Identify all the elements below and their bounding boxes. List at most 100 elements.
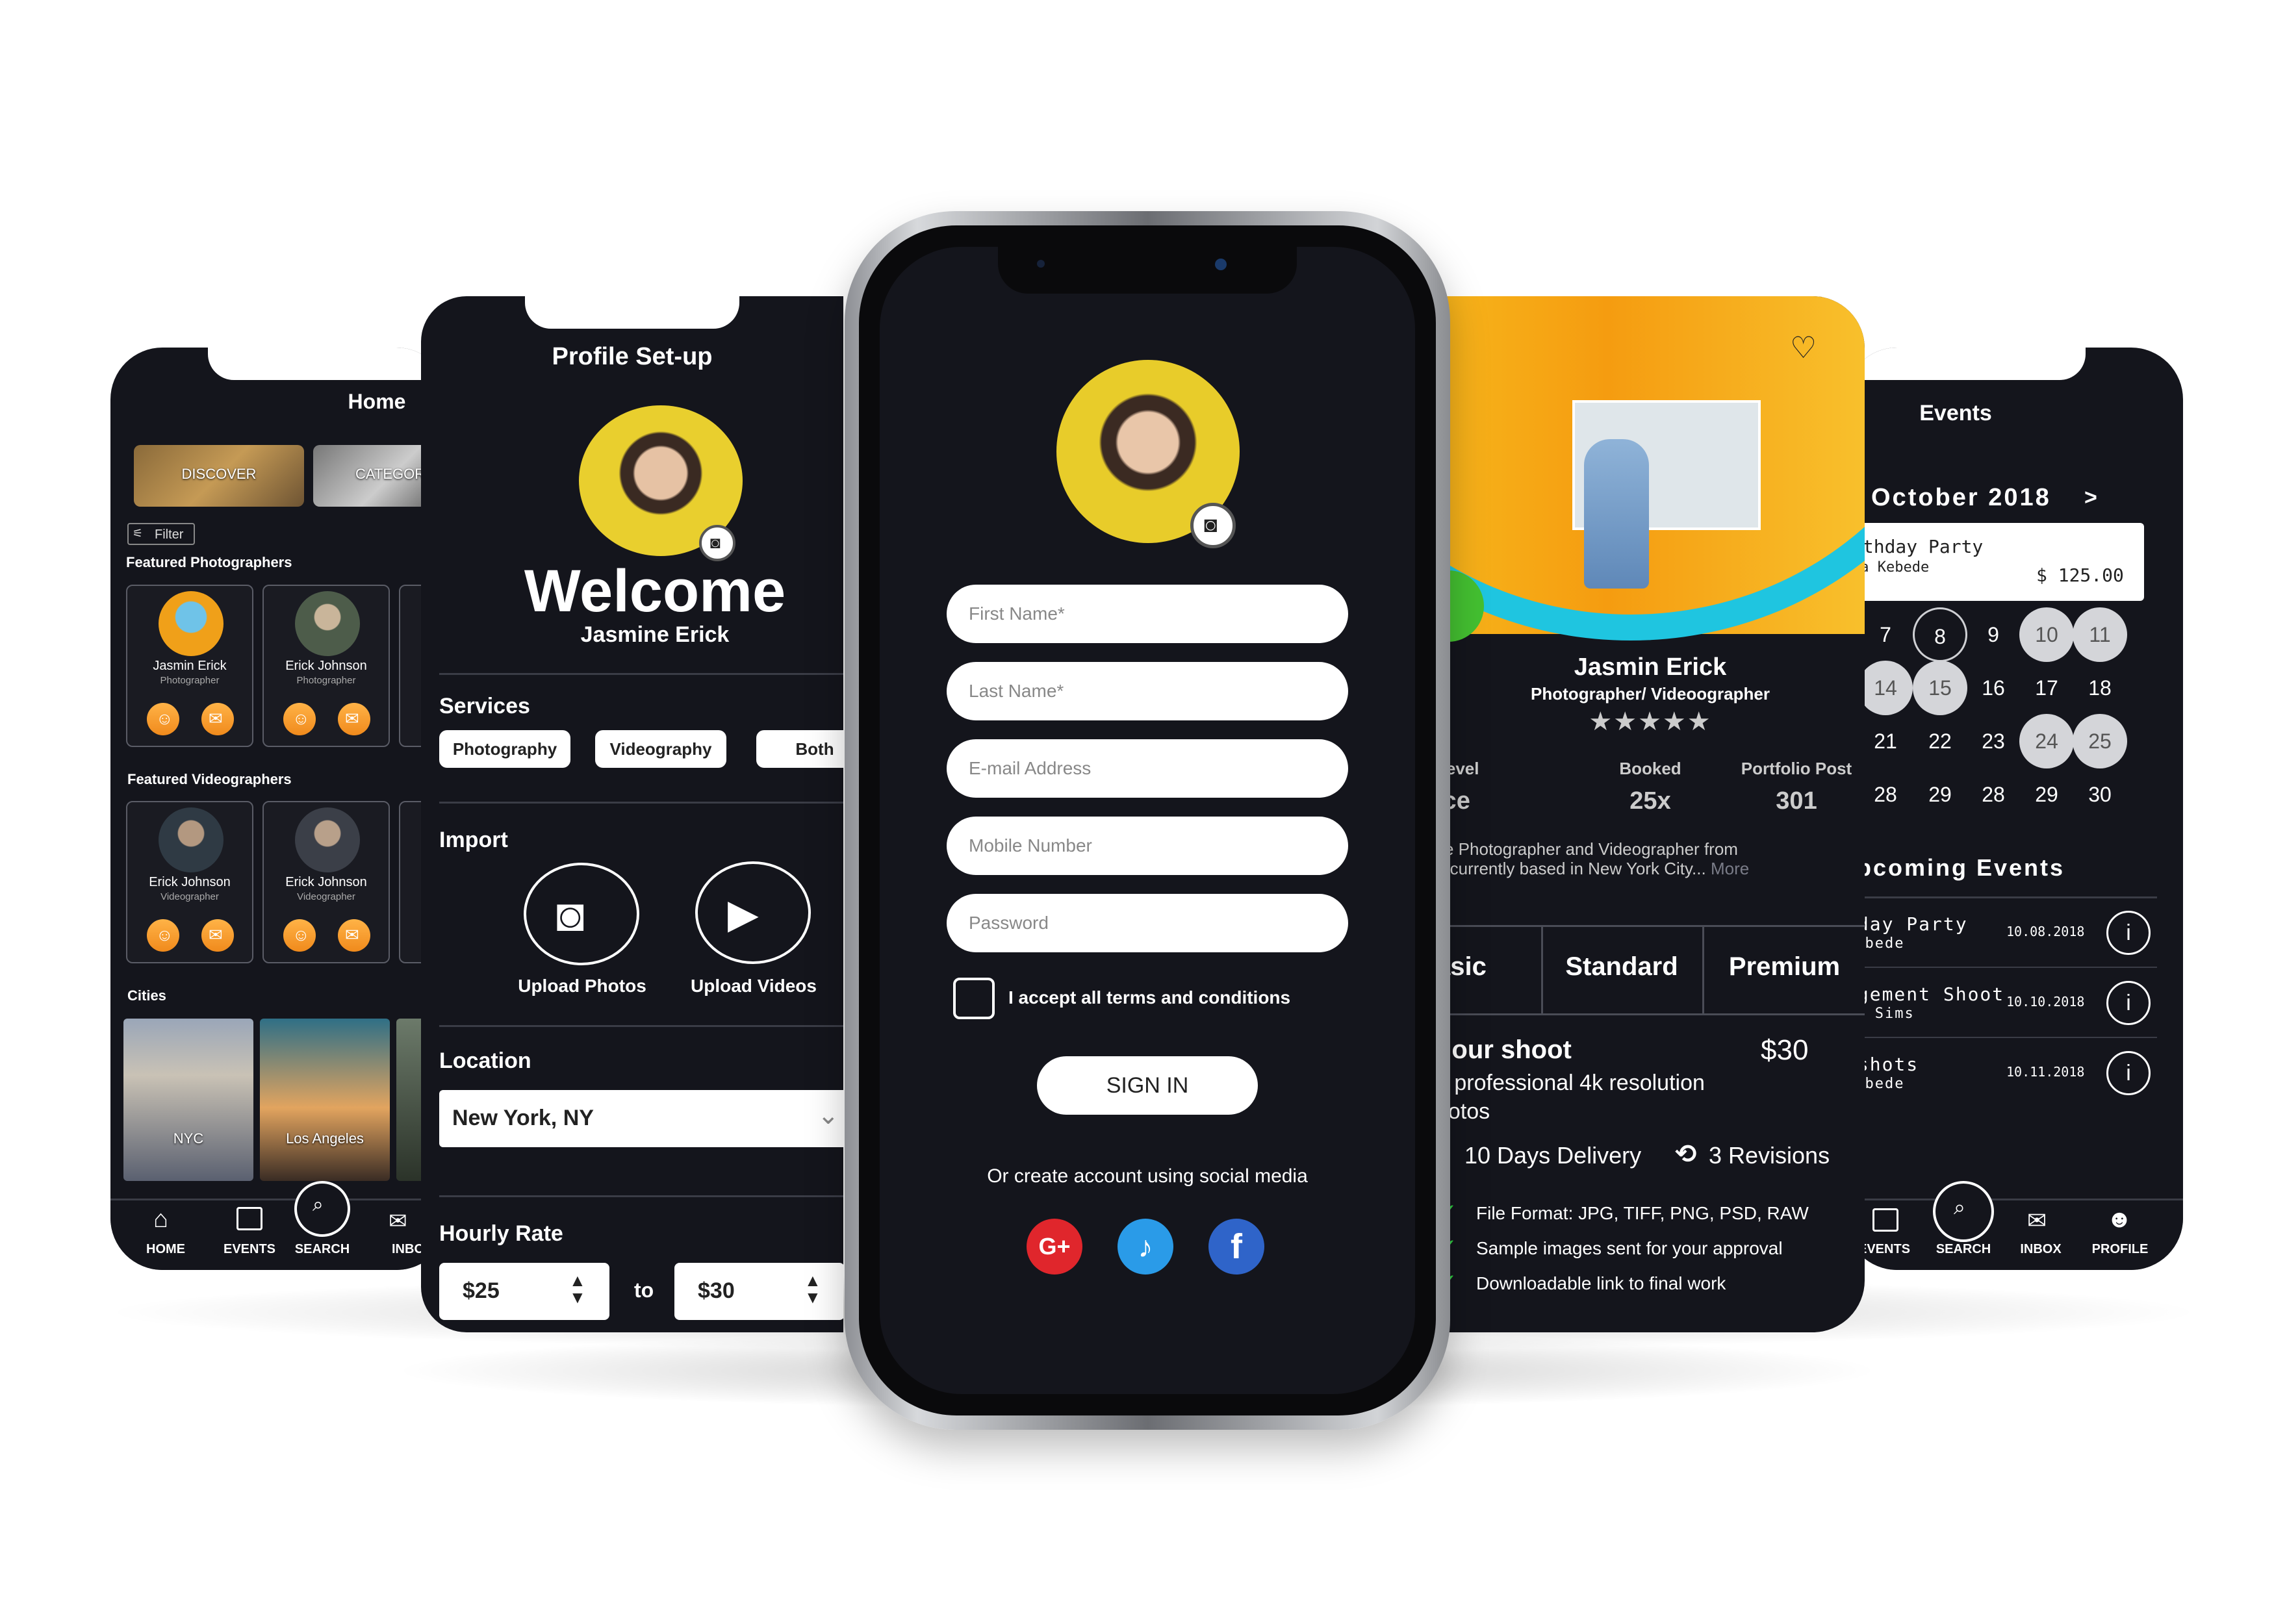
calendar-day[interactable]: 29 (2019, 767, 2074, 822)
avatar (159, 807, 224, 872)
message-button[interactable]: ✉ (338, 703, 370, 735)
discover-tile[interactable]: DISCOVER (134, 445, 304, 507)
tab-standard[interactable]: Standard (1543, 952, 1700, 982)
info-icon[interactable]: i (2106, 1051, 2151, 1095)
calendar-day[interactable]: 30 (2073, 767, 2127, 822)
first-name-field[interactable]: First Name* (947, 585, 1348, 643)
info-icon[interactable]: i (2106, 981, 2151, 1025)
calendar-day[interactable]: 15 (1913, 661, 1967, 715)
email-field[interactable]: E-mail Address (947, 739, 1348, 798)
info-icon[interactable]: i (2106, 911, 2151, 955)
upload-photos-button[interactable]: ◙ (524, 863, 639, 965)
profile-button[interactable]: ☺ (283, 703, 316, 735)
envelope-icon[interactable]: ✉ (2027, 1207, 2047, 1234)
mobile-field[interactable]: Mobile Number (947, 817, 1348, 875)
photographer-name: Erick Johnson (285, 659, 367, 673)
message-button[interactable]: ✉ (338, 919, 370, 952)
envelope-icon[interactable]: ✉ (389, 1208, 407, 1234)
events-screen: Events October 2018 > rthday Party ya Ke… (1845, 348, 2183, 1270)
service-photography[interactable]: Photography (439, 730, 570, 768)
upcoming-list: nday Party Kebede 10.08.2018 i agement Shoot… (1845, 896, 2157, 1111)
calendar-day[interactable]: 24 (2019, 714, 2074, 768)
calendar-day[interactable]: 25 (2073, 714, 2127, 768)
calendar-day[interactable]: 18 (2073, 661, 2127, 715)
calendar-day[interactable]: 21 (1858, 714, 1913, 768)
profile-button[interactable]: ☺ (147, 703, 179, 735)
facebook-icon[interactable]: f (1208, 1219, 1264, 1275)
more-link[interactable]: More (1711, 859, 1749, 878)
delivery-label: 10 Days Delivery (1464, 1142, 1642, 1169)
location-select[interactable]: New York, NY ⌄ (439, 1090, 843, 1147)
heart-icon[interactable]: ♡ (1790, 330, 1817, 365)
password-field[interactable]: Password (947, 894, 1348, 952)
upload-videos-button[interactable]: ▶ (695, 861, 811, 964)
videographer-role: Videographer (297, 891, 355, 902)
message-button[interactable]: ✉ (201, 703, 234, 735)
calendar-day[interactable]: 28 (1858, 767, 1913, 822)
package-line-1: 5 professional 4k resolution (1436, 1071, 1705, 1095)
twitter-icon[interactable]: ♪ (1118, 1219, 1173, 1275)
next-month-arrow[interactable]: > (2084, 485, 2097, 511)
filter-button[interactable]: ⚟ Filter (127, 523, 195, 545)
videographer-card[interactable]: Erick Johnson Videographer ☺ ✉ (126, 801, 253, 963)
calendar-day[interactable]: 17 (2019, 661, 2074, 715)
calendar-day[interactable]: 16 (1966, 661, 2021, 715)
calendar-icon[interactable] (236, 1207, 262, 1230)
social-label: Or create account using social media (987, 1165, 1308, 1187)
calendar-day[interactable]: 23 (1966, 714, 2021, 768)
tab-premium[interactable]: Premium (1704, 952, 1865, 982)
google-plus-icon[interactable]: G+ (1027, 1219, 1082, 1275)
photographer-card[interactable]: Erick Johnson Photographer ☺ ✉ (262, 585, 390, 747)
signin-button[interactable]: SIGN IN (1037, 1056, 1258, 1115)
event-row[interactable]: dshots Kebede 10.11.2018 i (1845, 1037, 2157, 1107)
camera-icon: ◙ (556, 889, 585, 941)
cover-person (1584, 439, 1649, 589)
stat-booked-value: 25x (1629, 787, 1671, 815)
service-videography[interactable]: Videography (595, 730, 726, 768)
feature-item: Sample images sent for your approval (1476, 1238, 1783, 1258)
event-title: agement Shoot (1845, 983, 2005, 1005)
tooltip-event: rthday Party (1852, 536, 1984, 557)
nav-profile[interactable]: PROFILE (2084, 1242, 2156, 1257)
service-both[interactable]: Both (756, 730, 843, 768)
event-tooltip[interactable]: rthday Party ya Kebede $ 125.00 (1845, 523, 2144, 601)
calendar-day[interactable]: 9 (1966, 607, 2021, 662)
search-button[interactable]: ⌕ (1933, 1181, 1994, 1242)
calendar-icon[interactable] (1872, 1208, 1898, 1232)
city-tile-nyc[interactable]: NYC (123, 1019, 253, 1181)
event-row[interactable]: nday Party Kebede 10.08.2018 i (1845, 896, 2157, 967)
videographer-card[interactable]: Erick Johnson Videographer ☺ ✉ (262, 801, 390, 963)
nav-search[interactable]: SEARCH (1931, 1242, 1996, 1257)
nav-inbox[interactable]: INBOX (2012, 1242, 2070, 1257)
calendar-grid: 7 8 9 10 11 14 15 16 17 18 21 22 23 24 25 28 29 28 29 30 (1845, 607, 2183, 828)
nav-search[interactable]: SEARCH (290, 1242, 355, 1257)
feature-item: Downloadable link to final work (1476, 1273, 1726, 1293)
message-button[interactable]: ✉ (201, 919, 234, 952)
nav-events[interactable]: EVENTS (217, 1242, 282, 1257)
category-label: CATEGOR (355, 466, 426, 482)
calendar-day[interactable]: 14 (1858, 661, 1913, 715)
photographer-card[interactable]: Jasmin Erick Photographer ☺ ✉ (126, 585, 253, 747)
city-tile-los-angeles[interactable]: Los Angeles (260, 1019, 390, 1181)
camera-icon[interactable]: ◙ (699, 525, 735, 561)
calendar-day[interactable]: 11 (2073, 607, 2127, 662)
terms-checkbox[interactable] (953, 978, 995, 1019)
home-icon[interactable]: ⌂ (153, 1206, 168, 1234)
event-row[interactable]: agement Shoot ca Sims 10.10.2018 i (1845, 967, 2157, 1037)
calendar-day[interactable]: 28 (1966, 767, 2021, 822)
camera-icon[interactable]: ◙ (1190, 503, 1236, 548)
calendar-day[interactable]: 10 (2019, 607, 2074, 662)
calendar-day[interactable]: 8 (1913, 607, 1967, 662)
profile-button[interactable]: ☺ (147, 919, 179, 952)
calendar-day[interactable]: 29 (1913, 767, 1967, 822)
bio-line-1: ve Photographer and Videographer from (1436, 839, 1738, 859)
nav-home[interactable]: HOME (136, 1242, 195, 1257)
rate-to-select[interactable]: $30 ▲ ▼ (674, 1263, 843, 1320)
rate-from-select[interactable]: $25 ▲ ▼ (439, 1263, 609, 1320)
search-button[interactable]: ⌕ (294, 1181, 350, 1237)
profile-icon[interactable]: ☻ (2106, 1206, 2132, 1234)
profile-button[interactable]: ☺ (283, 919, 316, 952)
calendar-day[interactable]: 7 (1858, 607, 1913, 662)
last-name-field[interactable]: Last Name* (947, 662, 1348, 720)
calendar-day[interactable]: 22 (1913, 714, 1967, 768)
